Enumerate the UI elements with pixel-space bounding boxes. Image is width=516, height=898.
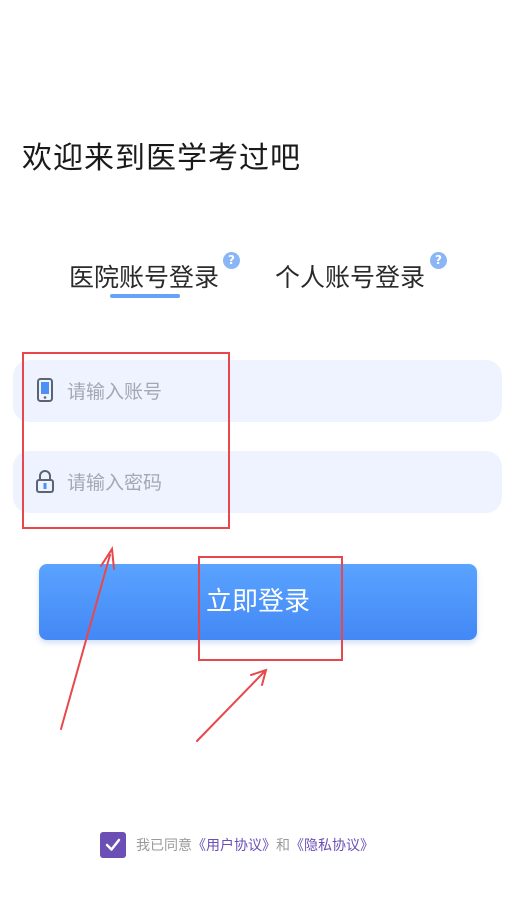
user-agreement-link[interactable]: 《用户协议》 (192, 838, 276, 854)
tab-hospital-account-login[interactable]: 医院账号登录 (69, 258, 219, 294)
check-icon (105, 838, 121, 851)
agreement-row: 我已同意《用户协议》和《隐私协议》 (100, 832, 374, 858)
login-screen: 欢迎来到医学考过吧 医院账号登录 ? 个人账号登录 ? 立即登录 (0, 0, 516, 898)
welcome-title: 欢迎来到医学考过吧 (22, 141, 301, 176)
tab-personal-account-login[interactable]: 个人账号登录 (275, 258, 425, 294)
annotation-arrowhead (250, 668, 268, 686)
agree-checkbox[interactable] (100, 832, 126, 858)
annotation-box-login (198, 556, 343, 661)
help-icon[interactable]: ? (430, 252, 447, 269)
agreement-prefix: 我已同意 (136, 838, 192, 854)
annotation-box-fields (22, 352, 230, 529)
agreement-text: 我已同意《用户协议》和《隐私协议》 (136, 835, 374, 855)
privacy-policy-link[interactable]: 《隐私协议》 (290, 838, 374, 854)
annotation-arrow (196, 671, 265, 742)
help-icon[interactable]: ? (223, 252, 240, 269)
active-tab-indicator (110, 294, 180, 298)
agreement-joiner: 和 (276, 838, 290, 854)
